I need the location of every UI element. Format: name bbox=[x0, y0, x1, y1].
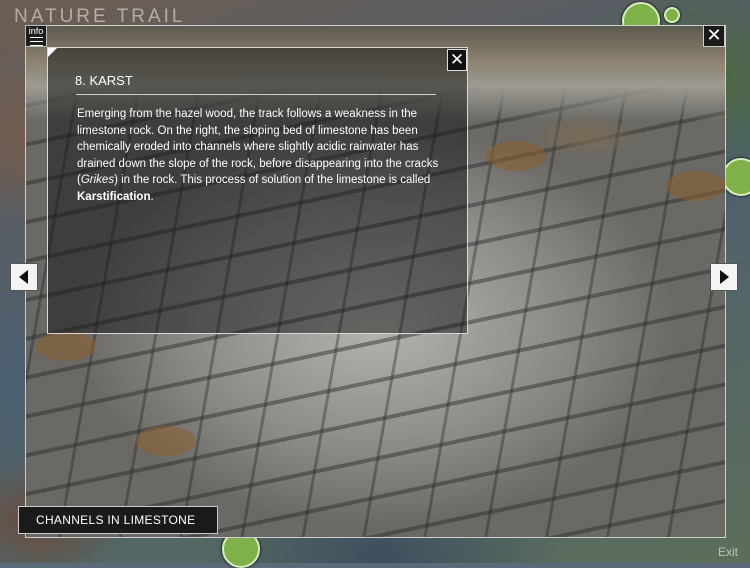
info-label: info bbox=[28, 26, 44, 36]
close-viewer-button[interactable]: ✕ bbox=[703, 25, 725, 47]
corner-marker bbox=[48, 48, 57, 57]
grass-patch bbox=[666, 171, 725, 201]
chevron-right-icon bbox=[720, 270, 729, 284]
grass-patch bbox=[36, 331, 96, 361]
previous-button[interactable] bbox=[10, 263, 38, 291]
grass-patch bbox=[136, 426, 196, 456]
close-icon: ✕ bbox=[449, 50, 465, 69]
exit-link[interactable]: Exit bbox=[718, 545, 738, 559]
grass-patch bbox=[486, 141, 546, 171]
panel-description: Emerging from the hazel wood, the track … bbox=[77, 106, 445, 205]
info-button[interactable]: info bbox=[25, 25, 47, 47]
panel-title: 8. KARST bbox=[75, 73, 133, 88]
description-bold-term: Karstification bbox=[77, 190, 151, 203]
menu-icon bbox=[29, 37, 43, 46]
close-icon: ✕ bbox=[706, 25, 722, 45]
chevron-left-icon bbox=[19, 270, 28, 284]
divider bbox=[76, 94, 436, 95]
next-button[interactable] bbox=[710, 263, 738, 291]
description-text: . bbox=[150, 190, 154, 203]
map-marker[interactable] bbox=[664, 7, 680, 23]
description-text: ) in the rock. This process of solution … bbox=[114, 174, 431, 186]
photo-caption: CHANNELS IN LIMESTONE bbox=[18, 506, 218, 534]
close-panel-button[interactable]: ✕ bbox=[447, 49, 467, 71]
description-panel: ✕ 8. KARST Emerging from the hazel wood,… bbox=[47, 47, 468, 334]
description-italic-term: Grikes bbox=[80, 174, 115, 186]
